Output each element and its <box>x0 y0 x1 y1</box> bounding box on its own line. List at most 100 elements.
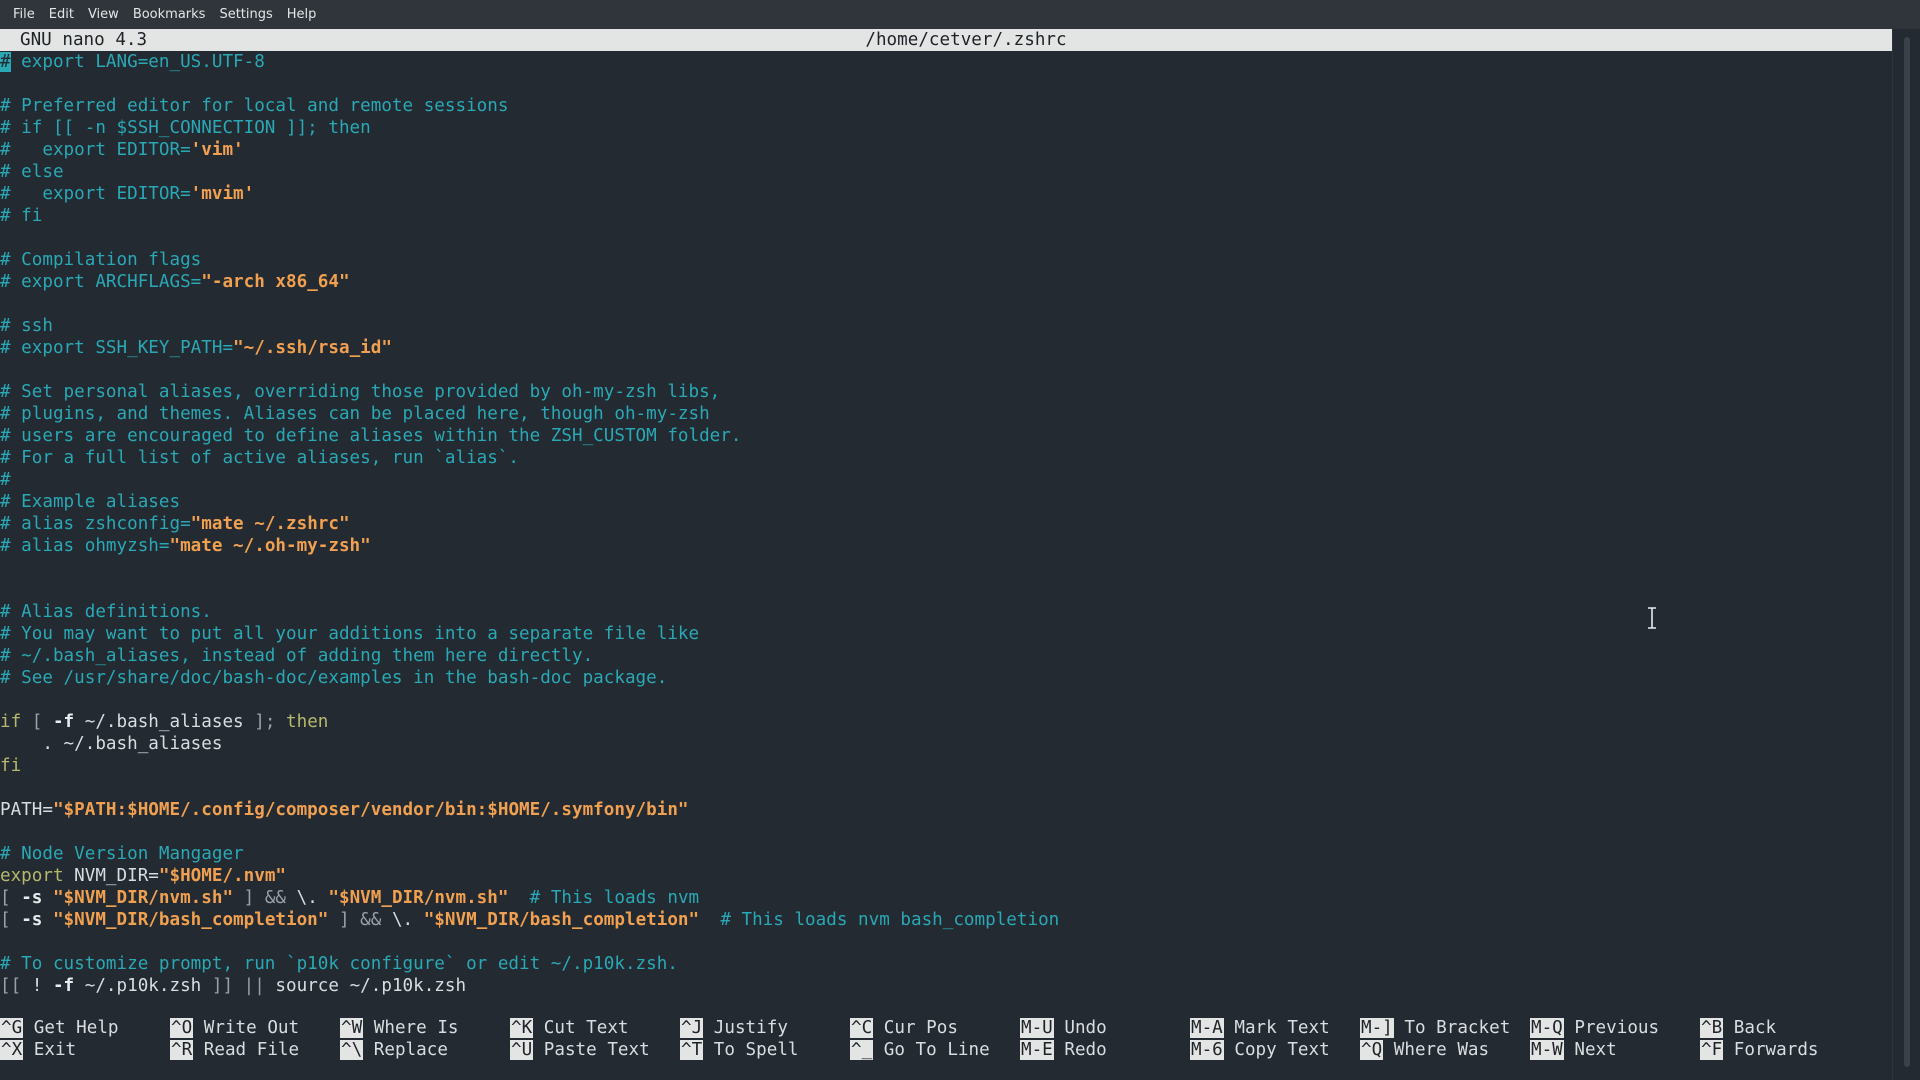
code-line: # export EDITOR='mvim' <box>0 183 254 205</box>
shortcut-label: Cur Pos <box>873 1018 958 1038</box>
shortcut-key: ^W <box>340 1018 364 1038</box>
code-token: "-arch x86_64" <box>201 272 350 292</box>
code-line: . ~/.bash_aliases <box>0 733 222 755</box>
code-line: # See /usr/share/doc/bash-doc/examples i… <box>0 667 667 689</box>
code-token: "$NVM_DIR/bash_completion" <box>423 910 700 930</box>
shortcut-to-bracket: M-] To Bracket <box>1360 1017 1510 1039</box>
code-line: # fi <box>0 205 42 227</box>
code-token: "$HOME/.nvm" <box>158 866 287 886</box>
code-token: source ~/.p10k.zsh <box>275 976 467 996</box>
code-line: [[ ! -f ~/.p10k.zsh ]] || source ~/.p10k… <box>0 975 466 997</box>
code-token: export <box>0 866 64 886</box>
shortcut-to-spell: ^T To Spell <box>680 1039 799 1061</box>
shortcut-undo: M-U Undo <box>1020 1017 1107 1039</box>
code-token: PATH= <box>0 800 53 820</box>
shortcut-forwards: ^F Forwards <box>1700 1039 1819 1061</box>
shortcut-key: ^J <box>680 1018 704 1038</box>
shortcut-key: ^T <box>680 1040 704 1060</box>
shortcut-exit: ^X Exit <box>0 1039 76 1061</box>
shortcut-read-file: ^R Read File <box>170 1039 299 1061</box>
code-token: fi <box>0 756 22 776</box>
shortcut-go-to-line: ^_ Go To Line <box>850 1039 990 1061</box>
terminal-scrollbar[interactable] <box>1892 29 1920 1080</box>
code-token: ~/.bash_aliases <box>74 712 255 732</box>
code-line: # alias zshconfig="mate ~/.zshrc" <box>0 513 350 535</box>
ibeam-cursor-icon <box>1648 607 1656 629</box>
code-token: NVM_DIR= <box>63 866 159 886</box>
code-token: [ <box>0 888 22 908</box>
code-line: [ -s "$NVM_DIR/nvm.sh" ] && \. "$NVM_DIR… <box>0 887 699 909</box>
shortcut-key: ^Q <box>1360 1040 1384 1060</box>
shortcut-key: ^F <box>1700 1040 1724 1060</box>
code-line: # plugins, and themes. Aliases can be pl… <box>0 403 710 425</box>
shortcut-key: ^X <box>0 1040 24 1060</box>
code-token: then <box>275 712 329 732</box>
shortcut-label: To Spell <box>703 1040 799 1060</box>
code-line: # else <box>0 161 64 183</box>
code-line: # export EDITOR='vim' <box>0 139 244 161</box>
code-token: if <box>0 712 22 732</box>
code-line: # Set personal aliases, overriding those… <box>0 381 720 403</box>
code-token: # alias zshconfig= <box>0 514 191 534</box>
code-token: -s <box>21 910 43 930</box>
code-token: # ssh <box>0 316 53 336</box>
menu-edit[interactable]: Edit <box>42 7 81 22</box>
shortcut-label: Go To Line <box>873 1040 990 1060</box>
code-token: # alias ohmyzsh= <box>0 536 170 556</box>
shortcut-redo: M-E Redo <box>1020 1039 1107 1061</box>
code-token: ]] || <box>211 976 276 996</box>
shortcut-replace: ^\ Replace <box>340 1039 448 1061</box>
code-token: # ~/.bash_aliases, instead of adding the… <box>0 646 594 666</box>
shortcut-key: ^_ <box>850 1040 874 1060</box>
shortcut-key: M-6 <box>1190 1040 1224 1060</box>
code-token: "mate ~/.oh-my-zsh" <box>169 536 371 556</box>
code-token: # export ARCHFLAGS= <box>0 272 202 292</box>
shortcut-justify: ^J Justify <box>680 1017 788 1039</box>
code-token: # This loads nvm bash_completion <box>720 910 1060 930</box>
shortcut-label: Write Out <box>193 1018 300 1038</box>
shortcut-label: Mark Text <box>1223 1018 1330 1038</box>
shortcut-key: ^R <box>170 1040 194 1060</box>
shortcut-key: ^C <box>850 1018 874 1038</box>
code-token: # Alias definitions. <box>0 602 212 622</box>
nano-title-bar: GNU nano 4.3 /home/cetver/.zshrc <box>0 29 1892 51</box>
code-token: -f <box>52 976 75 996</box>
shortcut-key: ^U <box>510 1040 534 1060</box>
menu-help[interactable]: Help <box>280 7 324 22</box>
code-token: "$PATH:$HOME/.config/composer/vendor/bin… <box>52 800 689 820</box>
code-line: # Node Version Mangager <box>0 843 244 865</box>
shortcut-key: M-E <box>1020 1040 1054 1060</box>
shortcut-label: Forwards <box>1723 1040 1819 1060</box>
menu-bookmarks[interactable]: Bookmarks <box>126 7 213 22</box>
code-token: # Set personal aliases, overriding those… <box>0 382 721 402</box>
shortcut-label: Copy Text <box>1223 1040 1330 1060</box>
shortcut-label: Replace <box>363 1040 448 1060</box>
code-line: # ssh <box>0 315 53 337</box>
shortcut-label: Previous <box>1563 1018 1660 1038</box>
menu-view[interactable]: View <box>81 7 126 22</box>
shortcut-write-out: ^O Write Out <box>170 1017 299 1039</box>
shortcut-mark-text: M-A Mark Text <box>1190 1017 1330 1039</box>
shortcut-label: Undo <box>1053 1018 1107 1038</box>
code-token: \. <box>296 888 329 908</box>
menu-file[interactable]: File <box>6 7 42 22</box>
code-line: # To customize prompt, run `p10k configu… <box>0 953 678 975</box>
shortcut-key: ^G <box>0 1018 24 1038</box>
code-line: [ -s "$NVM_DIR/bash_completion" ] && \. … <box>0 909 1059 931</box>
shortcut-cur-pos: ^C Cur Pos <box>850 1017 958 1039</box>
shortcut-label: Get Help <box>23 1018 119 1038</box>
code-token: [ <box>21 712 53 732</box>
code-token: "$NVM_DIR/nvm.sh" <box>328 888 509 908</box>
shortcut-label: Paste Text <box>533 1040 650 1060</box>
code-line: # users are encouraged to define aliases… <box>0 425 741 447</box>
code-token: ] && <box>233 888 297 908</box>
code-line: # Preferred editor for local and remote … <box>0 95 508 117</box>
code-line: export NVM_DIR="$HOME/.nvm" <box>0 865 286 887</box>
code-token: "$NVM_DIR/bash_completion" <box>52 910 329 930</box>
code-line: # Example aliases <box>0 491 180 513</box>
code-line: # alias ohmyzsh="mate ~/.oh-my-zsh" <box>0 535 371 557</box>
menu-settings[interactable]: Settings <box>212 7 279 22</box>
scrollbar-thumb[interactable] <box>1904 37 1910 1067</box>
